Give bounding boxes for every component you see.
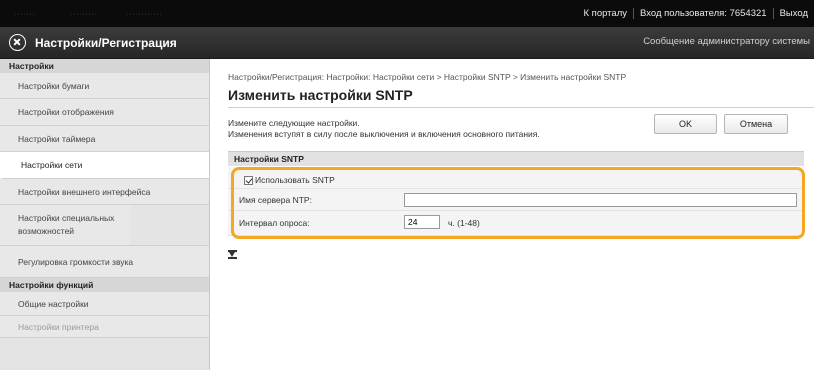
user-id: 7654321 (729, 8, 767, 19)
sidebar-item-external-interface[interactable]: Настройки внешнего интерфейса (0, 179, 209, 205)
sidebar-item-label: Настройки внешнего интерфейса (18, 186, 151, 197)
back-to-top-icon[interactable] (228, 250, 237, 259)
sidebar-item-label: Настройки бумаги (18, 80, 90, 91)
login-info: Вход пользователя: 7654321 (634, 8, 773, 19)
back-to-top-icon-bar (228, 257, 237, 259)
blurred-text-2: ᐧᐧᐧᐧᐧᐧᐧᐧᐧ (70, 10, 98, 19)
top-links: К порталу Вход пользователя: 7654321 Вых… (578, 0, 814, 27)
top-bar: ᐧᐧᐧᐧᐧᐧᐧ ᐧᐧᐧᐧᐧᐧᐧᐧᐧ ᐧᐧᐧᐧᐧᐧᐧᐧᐧᐧᐧᐧ К порталу… (0, 0, 814, 27)
blurred-text-3: ᐧᐧᐧᐧᐧᐧᐧᐧᐧᐧᐧᐧ (126, 10, 163, 19)
sidebar-item-network[interactable]: Настройки сети (0, 152, 209, 179)
sidebar: Настройки Настройки бумаги Настройки ото… (0, 59, 210, 370)
description-text: Изменения вступят в силу после выключени… (228, 129, 540, 139)
app-header: Настройки/Регистрация Сообщение админист… (0, 27, 814, 59)
sidebar-item-label: Настройки сети (21, 160, 83, 170)
sidebar-item-common[interactable]: Общие настройки (0, 292, 209, 316)
divider (228, 107, 814, 108)
description-text: Измените следующие настройки. (228, 118, 360, 128)
sidebar-item-label: Настройки отображения (18, 107, 114, 117)
sidebar-section-settings: Настройки (0, 59, 209, 73)
sidebar-section-functions: Настройки функций (0, 278, 209, 292)
sidebar-item-paper[interactable]: Настройки бумаги (0, 73, 209, 99)
sidebar-item-label: Настройки принтера (18, 321, 99, 332)
portal-link[interactable]: К порталу (578, 8, 634, 19)
canon-remote-ui-icon (9, 34, 26, 51)
ok-button[interactable]: OK (654, 114, 717, 134)
admin-message-link[interactable]: Сообщение администратору системы (643, 36, 810, 47)
login-label: Вход пользователя: (640, 8, 727, 19)
sidebar-item-label: Настройки таймера (18, 133, 96, 144)
sidebar-item-label: Общие настройки (18, 298, 89, 309)
logout-link[interactable]: Выход (774, 8, 814, 19)
sidebar-item-printer[interactable]: Настройки принтера (0, 316, 209, 338)
blurred-text-1: ᐧᐧᐧᐧᐧᐧᐧ (14, 10, 36, 19)
page-title: Изменить настройки SNTP (228, 87, 413, 103)
highlight-frame (231, 167, 805, 239)
sidebar-item-label: Настройки специальных возможностей (18, 213, 115, 236)
page-header-title: Настройки/Регистрация (35, 36, 177, 50)
sidebar-item-sound-volume[interactable]: Регулировка громкости звука (0, 246, 209, 278)
section-header-sntp: Настройки SNTP (228, 151, 804, 166)
cancel-button[interactable]: Отмена (724, 114, 788, 134)
sidebar-item-label: Регулировка громкости звука (18, 256, 134, 267)
sidebar-item-accessibility[interactable]: Настройки специальных возможностей (0, 205, 130, 245)
breadcrumb: Настройки/Регистрация: Настройки: Настро… (228, 72, 627, 82)
sidebar-item-display[interactable]: Настройки отображения (0, 99, 209, 126)
sidebar-item-timer[interactable]: Настройки таймера (0, 126, 209, 152)
